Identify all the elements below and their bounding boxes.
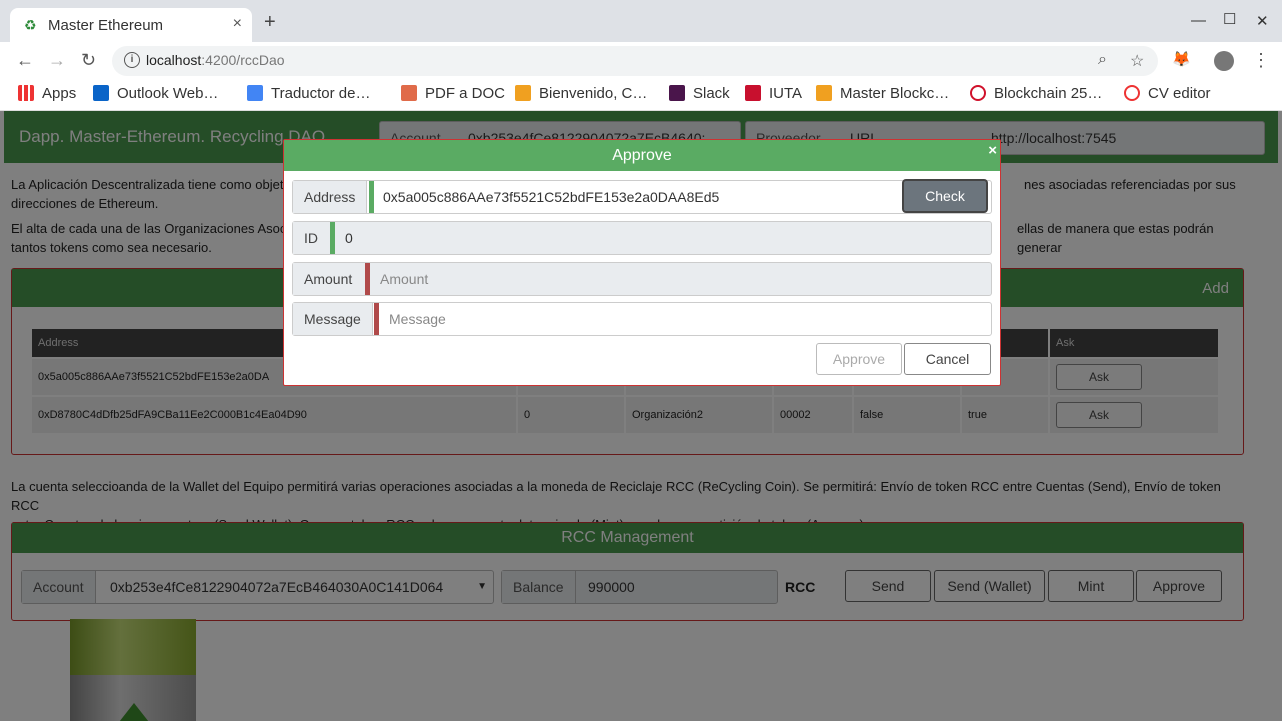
avatar[interactable] (1214, 51, 1234, 71)
reload-icon[interactable]: ↻ (81, 50, 96, 70)
bookmarks-bar: Apps Outlook Web… Traductor de… PDF a DO… (0, 80, 1282, 111)
id-label: ID (293, 222, 329, 254)
address-input-group[interactable]: Address 0x5a005c886AAe73f5521C52bdFE153e… (292, 179, 992, 214)
tab-title: Master Ethereum (48, 17, 164, 34)
translate-icon (247, 85, 263, 101)
iuta-icon (745, 85, 761, 101)
amount-label: Amount (293, 263, 364, 295)
bookmark-welcome[interactable]: Bienvenido, C… (515, 85, 647, 102)
bookmark-apps[interactable]: Apps (18, 85, 76, 102)
apps-grid-icon (18, 85, 34, 101)
pdf-icon (401, 85, 417, 101)
id-field: 0 (345, 230, 353, 246)
browser-tab[interactable]: ♻ Master Ethereum × (10, 8, 252, 42)
url-path: :4200/rccDao (201, 52, 285, 68)
valid-indicator (369, 181, 374, 213)
browser-tabstrip: ♻ Master Ethereum × + — ☐ ✕ (0, 0, 1282, 42)
bookmark-pdf[interactable]: PDF a DOC (401, 85, 505, 102)
cancel-button[interactable]: Cancel (904, 343, 991, 375)
bookmark-iuta[interactable]: IUTA (745, 85, 802, 102)
bookmark-outlook[interactable]: Outlook Web… (93, 85, 218, 102)
zoom-icon[interactable]: ⌕ (1098, 51, 1107, 69)
opera-icon (970, 85, 986, 101)
window-close-icon[interactable]: ✕ (1256, 12, 1269, 30)
address-input[interactable]: 0x5a005c886AAe73f5521C52bdFE153e2a0DAA8E… (383, 181, 719, 213)
bookmark-translator[interactable]: Traductor de… (247, 85, 371, 102)
bookmark-star-icon[interactable]: ☆ (1130, 51, 1144, 71)
bookmark-cv[interactable]: CV editor (1124, 85, 1211, 102)
bookmark-blockchain[interactable]: Blockchain 25… (970, 85, 1102, 102)
cv-check-icon (1124, 85, 1140, 101)
new-tab-button[interactable]: + (264, 12, 276, 32)
close-tab-icon[interactable]: × (233, 15, 242, 33)
invalid-indicator (374, 303, 379, 335)
message-input-group[interactable]: Message Message (292, 302, 992, 336)
slack-icon (669, 85, 685, 101)
url-text: localhost:4200/rccDao (146, 52, 285, 68)
pencil-icon (816, 85, 832, 101)
approve-submit-button[interactable]: Approve (816, 343, 902, 375)
modal-title: Approve (284, 140, 1000, 171)
recycle-icon: ♻ (24, 17, 37, 33)
check-button[interactable]: Check (902, 179, 988, 213)
id-input-group: ID 0 (292, 221, 992, 255)
bookmark-slack[interactable]: Slack (669, 85, 730, 102)
valid-indicator (330, 222, 335, 254)
amount-input-group[interactable]: Amount Amount (292, 262, 992, 296)
url-host: localhost (146, 52, 202, 68)
site-info-icon[interactable]: i (124, 52, 140, 68)
invalid-indicator (365, 263, 370, 295)
approve-modal: Approve × Address 0x5a005c886AAe73f5521C… (283, 139, 1001, 386)
modal-close-icon[interactable]: × (988, 143, 997, 158)
address-bar[interactable]: i localhost:4200/rccDao ⌕ ☆ (112, 46, 1158, 76)
metamask-icon[interactable]: 🦊 (1172, 50, 1191, 70)
message-label: Message (293, 303, 373, 335)
outlook-icon (93, 85, 109, 101)
menu-dots-icon[interactable]: ⋮ (1252, 50, 1270, 70)
bookmark-master[interactable]: Master Blockc… (816, 85, 949, 102)
page: Dapp. Master-Ethereum. Recycling DAO Acc… (0, 111, 1282, 721)
forward-icon[interactable]: → (48, 50, 66, 70)
minimize-icon[interactable]: — (1191, 12, 1206, 29)
browser-toolbar: ← → ↻ i localhost:4200/rccDao ⌕ ☆ 🦊 ⋮ (0, 42, 1282, 80)
back-icon[interactable]: ← (16, 50, 34, 70)
maximize-icon[interactable]: ☐ (1223, 10, 1236, 28)
message-input[interactable]: Message (389, 303, 446, 335)
pencil-icon (515, 85, 531, 101)
address-label: Address (293, 181, 368, 213)
amount-input[interactable]: Amount (380, 263, 428, 295)
